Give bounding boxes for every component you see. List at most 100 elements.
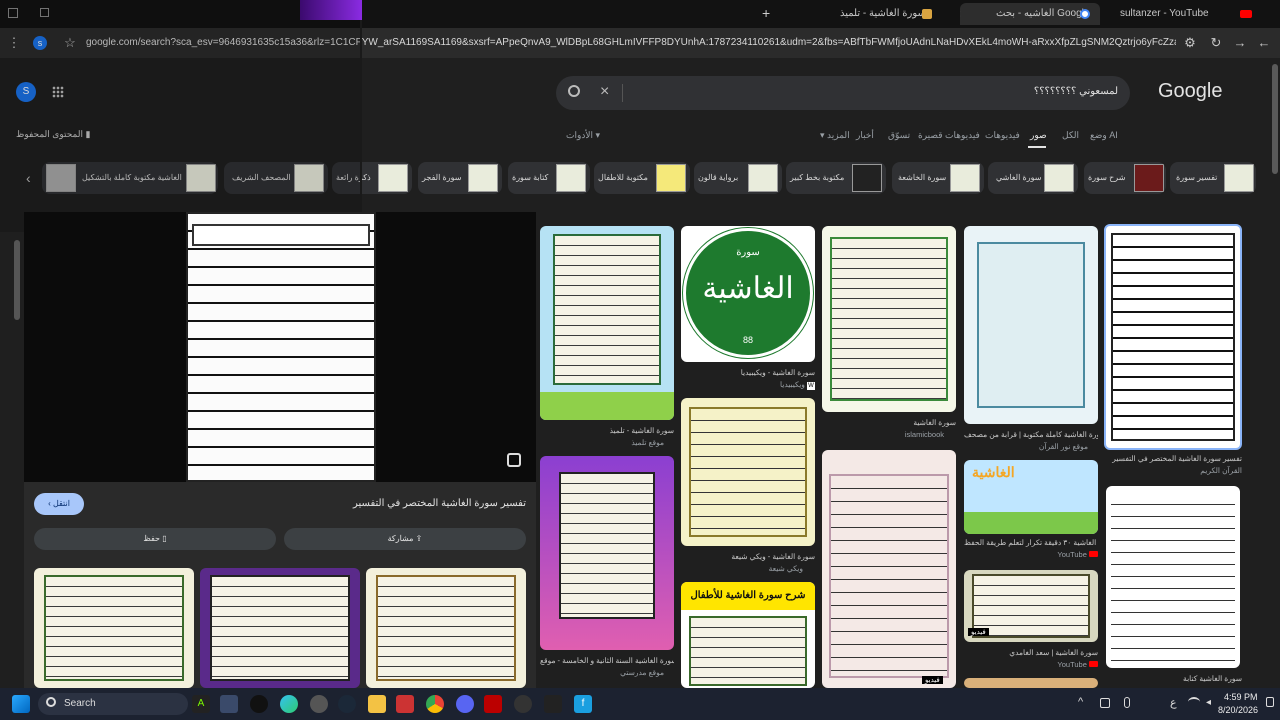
result-image[interactable]: شرح سورة الغاشية للأطفال (681, 582, 815, 688)
result-image[interactable] (1104, 224, 1242, 450)
epic-games-icon[interactable] (544, 695, 562, 713)
chip-item[interactable]: سورة الخاشعة (892, 162, 984, 194)
preview-image[interactable] (186, 212, 376, 482)
file-explorer-icon[interactable] (368, 695, 386, 713)
result-source[interactable]: YouTube (964, 550, 1098, 559)
app-icon[interactable] (250, 695, 268, 713)
result-image[interactable] (540, 226, 674, 420)
wifi-icon[interactable] (1188, 697, 1200, 707)
chip-item[interactable]: شرح سورة (1084, 162, 1166, 194)
lens-icon[interactable] (507, 453, 521, 467)
result-caption[interactable]: سورة الغاشية (822, 418, 956, 427)
chip-item[interactable]: سورة الفجر (418, 162, 502, 194)
edge-icon[interactable] (280, 695, 298, 713)
tab-more[interactable]: ▾ المزيد (820, 130, 850, 141)
app-icon[interactable] (220, 695, 238, 713)
related-image[interactable] (366, 568, 526, 688)
result-image[interactable]: فيديو (822, 450, 956, 688)
tab-youtube[interactable]: sultanzer - YouTube (1118, 3, 1254, 25)
tray-icon[interactable] (1100, 698, 1110, 708)
tab-ai-mode[interactable]: وضع AI (1090, 130, 1118, 141)
result-image[interactable] (822, 226, 956, 412)
result-source[interactable]: YouTube (964, 660, 1098, 669)
back-icon[interactable]: → (1232, 35, 1248, 51)
related-image[interactable] (200, 568, 360, 688)
microphone-icon[interactable] (1124, 697, 1130, 708)
result-caption[interactable]: سورة الغاشية ٣٠ دقيقة تكرار لتعلم طريقة … (964, 538, 1098, 547)
preview-scrollbar[interactable] (14, 240, 20, 320)
forward-icon[interactable]: ← (1256, 35, 1272, 51)
site-info-icon[interactable]: ⚙ (1182, 35, 1198, 51)
result-image[interactable] (681, 398, 815, 546)
chip-item[interactable]: سورة الغاشي (988, 162, 1078, 194)
chip-item[interactable]: مكتوبة للاطفال (594, 162, 690, 194)
google-logo[interactable]: Google (1158, 80, 1223, 103)
page-scrollbar[interactable] (1272, 64, 1278, 174)
steam-icon[interactable] (338, 695, 356, 713)
tab-images[interactable]: صور (1030, 130, 1047, 141)
taskbar-search[interactable]: Search (38, 693, 188, 715)
chip-item[interactable]: تفسير سورة (1170, 162, 1256, 194)
start-icon[interactable] (12, 695, 30, 713)
result-caption[interactable]: سورة الغاشية السنة الثانية و الخامسة - م… (540, 656, 674, 665)
result-source[interactable]: موقع نور القرآن (964, 442, 1088, 451)
tab-surah-talmeez[interactable]: × سورة الغاشية - تلميذ (800, 3, 945, 25)
app-icon[interactable] (514, 695, 532, 713)
discord-icon[interactable] (456, 695, 474, 713)
chip-item[interactable]: كتابة سورة (508, 162, 590, 194)
tab-all[interactable]: الكل (1062, 130, 1079, 141)
result-caption[interactable]: سورة الغاشية كتابة (1104, 674, 1242, 683)
settings-icon[interactable] (310, 695, 328, 713)
result-source[interactable]: موقع تلميذ (540, 438, 664, 447)
circle-number: 88 (742, 335, 753, 345)
language-indicator[interactable]: ع (1170, 696, 1177, 709)
notification-icon[interactable] (1266, 697, 1274, 707)
clear-search-icon[interactable]: × (600, 83, 609, 101)
app-icon[interactable] (396, 695, 414, 713)
result-source[interactable]: ويكيبيديا W (681, 380, 815, 390)
chrome-icon[interactable] (426, 695, 444, 713)
clock-date[interactable]: 8/20/2026 (1218, 705, 1258, 715)
result-source[interactable]: القرآن الكريم (1104, 466, 1242, 475)
result-image[interactable]: فيديو (964, 570, 1098, 642)
search-input[interactable]: لمسعوني ؟؟؟؟؟؟؟؟ (1034, 86, 1118, 97)
result-caption[interactable]: سورة الغاشية - تلميذ (540, 426, 674, 435)
result-source[interactable]: موقع مدرستي (540, 668, 664, 677)
search-box: × لمسعوني ؟؟؟؟؟؟؟؟ (556, 76, 1130, 110)
new-tab-button[interactable]: + (762, 5, 776, 21)
chip-item[interactable]: مكتوبة بخط كبير (786, 162, 886, 194)
search-icon[interactable] (568, 85, 580, 97)
related-image[interactable] (34, 568, 194, 688)
visit-button[interactable]: ‹ انتقل (34, 493, 84, 515)
volume-icon[interactable]: ◂ (1206, 697, 1211, 708)
tab-google-search[interactable]: × الغاشيه - بحث Google (960, 3, 1100, 25)
app-icon[interactable] (484, 695, 502, 713)
chip-item[interactable]: برواية قالون (694, 162, 782, 194)
result-image[interactable]: سورة الغاشية 88 (681, 226, 815, 362)
result-caption[interactable]: سورة الغاشية - ويكي شيعة (681, 552, 815, 561)
tab-shorts[interactable]: فيديوهات قصيرة (918, 130, 980, 141)
reload-icon[interactable]: ↻ (1208, 35, 1224, 51)
tools-menu[interactable]: الأدوات ▾ (566, 130, 600, 141)
tray-chevron-icon[interactable]: ^ (1078, 696, 1083, 708)
result-source[interactable]: islamicbook (822, 430, 944, 439)
result-image[interactable] (964, 226, 1098, 424)
result-caption[interactable]: سورة الغاشية | سعد الغامدي (964, 648, 1098, 657)
app-icon[interactable]: f (574, 695, 592, 713)
tab-videos[interactable]: فيديوهات (985, 130, 1020, 141)
result-image[interactable] (964, 678, 1098, 688)
tab-news[interactable]: أخبار (856, 130, 874, 141)
clock-time[interactable]: 4:59 PM (1224, 692, 1258, 702)
close-tab-icon[interactable]: × (960, 3, 961, 25)
tab-shopping[interactable]: تسوّق (888, 130, 910, 141)
result-image[interactable] (1106, 486, 1240, 668)
result-caption[interactable]: سورة الغاشية كاملة مكتوبة | قرابة من مصح… (964, 430, 1098, 439)
save-button[interactable]: حفظ ▯ (34, 528, 276, 550)
result-caption[interactable]: سورة الغاشية - ويكيبيديا (681, 368, 815, 377)
share-button[interactable]: مشاركة ⇪ (284, 528, 526, 550)
app-icon[interactable]: A (192, 695, 210, 713)
result-source[interactable]: ويكي شيعة (681, 564, 803, 573)
result-image[interactable] (540, 456, 674, 650)
result-image[interactable]: الغاشية (964, 460, 1098, 534)
result-caption[interactable]: تفسير سورة الغاشية المختصر في التفسير (1104, 454, 1242, 463)
